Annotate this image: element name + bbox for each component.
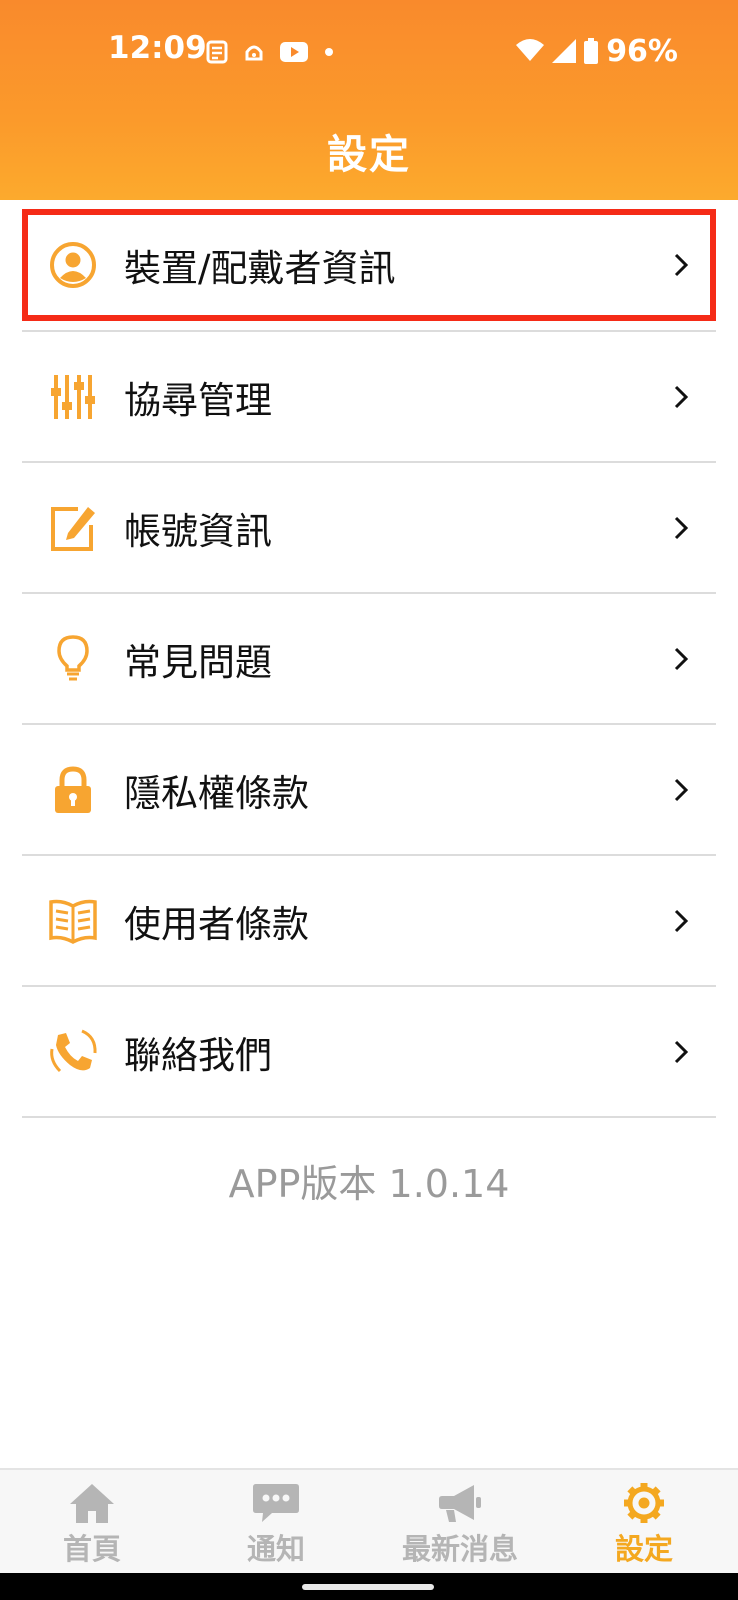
menu-item-label: 使用者條款 <box>124 902 309 946</box>
tab-news[interactable]: 最新消息 <box>368 1470 552 1573</box>
sliders-icon <box>51 374 95 419</box>
megaphone-icon <box>439 1485 481 1522</box>
menu-item-label: 帳號資訊 <box>124 509 272 553</box>
chevron-right-icon <box>674 253 689 277</box>
page-title: 設定 <box>327 132 411 178</box>
header: 12:09 96% 設定 <box>0 0 738 200</box>
chevron-right-icon <box>674 778 689 801</box>
menu-item-label: 聯絡我們 <box>124 1033 272 1077</box>
tab-label: 最新消息 <box>401 1532 518 1566</box>
wifi-icon <box>516 39 545 61</box>
chevron-right-icon <box>674 385 689 408</box>
tab-label: 首頁 <box>62 1532 121 1566</box>
status-icons-left <box>206 37 334 67</box>
youtube-icon <box>280 42 308 62</box>
status-bar: 12:09 96% <box>0 0 738 100</box>
phone-icon <box>50 1029 97 1072</box>
tab-settings[interactable]: 設定 <box>552 1470 736 1573</box>
chevron-right-icon <box>674 647 689 670</box>
menu-item-contact-us[interactable]: 聯絡我們 <box>22 987 716 1118</box>
home-icon <box>70 1484 114 1523</box>
tab-label: 設定 <box>614 1532 673 1566</box>
tab-label: 通知 <box>246 1532 305 1566</box>
menu-item-search-management[interactable]: 協尋管理 <box>22 332 716 463</box>
gear-icon <box>624 1483 664 1523</box>
app-icon <box>245 45 263 61</box>
book-icon <box>49 899 97 944</box>
edit-icon <box>51 506 95 551</box>
chevron-right-icon <box>674 909 689 932</box>
menu-item-privacy-policy[interactable]: 隱私權條款 <box>22 725 716 856</box>
menu-item-label: 協尋管理 <box>124 378 272 422</box>
user-circle-icon <box>50 242 96 288</box>
home-indicator[interactable] <box>302 1584 434 1590</box>
settings-menu: 裝置/配戴者資訊 協尋管理 帳號資訊 常見問題 隱私權條款 使用者條款 聯絡我們 <box>22 200 716 1118</box>
menu-item-label: 裝置/配戴者資訊 <box>124 247 396 290</box>
menu-item-account-info[interactable]: 帳號資訊 <box>22 463 716 594</box>
battery-icon <box>584 38 599 64</box>
news-icon <box>206 40 228 64</box>
menu-item-device-info[interactable]: 裝置/配戴者資訊 <box>22 200 716 332</box>
menu-item-terms-of-use[interactable]: 使用者條款 <box>22 856 716 987</box>
menu-item-faq[interactable]: 常見問題 <box>22 594 716 725</box>
chevron-right-icon <box>674 516 689 539</box>
tab-home[interactable]: 首頁 <box>0 1470 184 1573</box>
lock-icon <box>55 765 91 813</box>
chevron-right-icon <box>674 1040 689 1063</box>
dot-icon <box>325 48 333 56</box>
lightbulb-icon <box>57 634 89 680</box>
status-time: 12:09 <box>108 30 207 66</box>
status-icons-right: 96% <box>516 33 678 69</box>
battery-percent: 96% <box>606 33 678 69</box>
chat-icon <box>253 1484 299 1522</box>
signal-icon <box>552 39 577 63</box>
system-nav-bar <box>0 1573 738 1600</box>
tab-notifications[interactable]: 通知 <box>184 1470 368 1573</box>
tab-bar: 首頁 通知 最新消息 設定 <box>0 1468 738 1573</box>
app-version: APP版本 1.0.14 <box>228 1162 510 1206</box>
menu-item-label: 常見問題 <box>124 640 272 684</box>
menu-item-label: 隱私權條款 <box>124 771 309 815</box>
